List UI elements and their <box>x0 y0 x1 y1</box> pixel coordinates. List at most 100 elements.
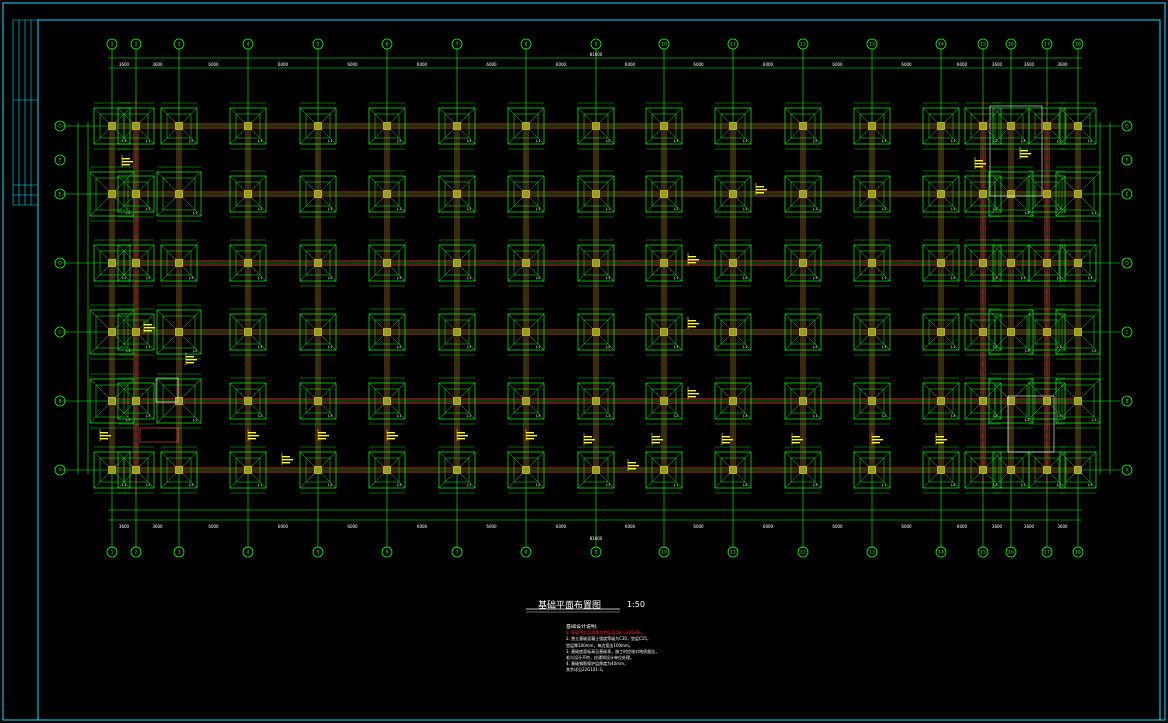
drawing-title: 基础平面布置图 <box>538 601 602 611</box>
axis-bubble-label: C <box>1125 330 1128 336</box>
dimension-text-top: 6000 <box>625 62 636 67</box>
annotation-text-line <box>318 432 326 434</box>
axis-bubble-label: E <box>1126 192 1129 198</box>
column <box>1074 466 1082 474</box>
column <box>132 466 140 474</box>
column <box>979 122 987 130</box>
column <box>979 259 987 267</box>
axis-bubble-label: 8 <box>525 42 528 48</box>
dimension-text-top: 3600 <box>152 62 163 67</box>
footing-label: J-2 <box>742 276 747 280</box>
footing-label: J-2 <box>1056 483 1061 487</box>
column <box>660 190 668 198</box>
annotation-text-line <box>756 192 764 194</box>
footing-label: J-1 <box>812 207 817 211</box>
column <box>108 328 116 336</box>
beam-annotation <box>583 433 595 445</box>
axis-bubble-label: D <box>58 261 62 267</box>
column <box>314 259 322 267</box>
footing-label: J-1 <box>950 139 955 143</box>
axis-bubble-label: B <box>58 399 61 405</box>
column <box>1074 122 1082 130</box>
column <box>453 259 461 267</box>
column <box>1074 190 1082 198</box>
column <box>592 466 600 474</box>
footing-label: J-2 <box>812 139 817 143</box>
design-note-line: 其余详见22G101-3。 <box>566 667 606 673</box>
footing-label: J-2 <box>1056 276 1061 280</box>
column <box>979 466 987 474</box>
axis-bubble-label: F <box>59 158 62 164</box>
column <box>383 122 391 130</box>
footing-label: J-3 <box>125 349 130 353</box>
annotation-text-line <box>526 438 534 440</box>
axis-bubble-label: 2 <box>135 550 138 556</box>
axis-bubble-label: 1 <box>111 42 114 48</box>
footing-label: J-2 <box>188 139 193 143</box>
footing-label: J-3 <box>673 139 678 143</box>
column <box>729 190 737 198</box>
column <box>799 328 807 336</box>
annotation-text-line <box>792 436 800 438</box>
column <box>522 190 530 198</box>
axis-bubble-label: 16 <box>1008 550 1014 556</box>
annotation-text-line <box>756 186 764 188</box>
column <box>1007 328 1015 336</box>
column <box>592 259 600 267</box>
annotation-text-line <box>526 435 537 437</box>
footing-label: J-2 <box>950 483 955 487</box>
axis-bubble-label: A <box>1125 468 1129 474</box>
beam-annotation <box>687 317 699 329</box>
axis-bubble-label: 11 <box>730 550 736 556</box>
footing-label: J-2 <box>1024 211 1029 215</box>
annotation-text-line <box>100 435 111 437</box>
footing-label: J-1 <box>327 139 332 143</box>
footing-label: J-1 <box>535 345 540 349</box>
footing-label: J-1 <box>466 483 471 487</box>
annotation-text-line <box>248 435 259 437</box>
footing-label: J-2 <box>1091 349 1096 353</box>
column <box>1043 466 1051 474</box>
footing-label: J-1 <box>881 483 886 487</box>
column <box>175 122 183 130</box>
axis-bubble-label: 6 <box>386 42 389 48</box>
annotation-text-line <box>688 262 696 264</box>
column <box>132 397 140 405</box>
dimension-text-bottom: 6000 <box>625 524 636 529</box>
dimension-text-bottom: 3600 <box>1057 524 1068 529</box>
dimension-text-bottom: 6000 <box>347 524 358 529</box>
annotation-text-line <box>936 442 944 444</box>
axis-bubble-label: 12 <box>800 550 806 556</box>
footing-label: J-2 <box>192 349 197 353</box>
footing-label: J-3 <box>950 207 955 211</box>
footing-label: J-2 <box>125 418 130 422</box>
footing-label: J-2 <box>742 483 747 487</box>
annotation-text-line <box>975 166 983 168</box>
title-strip <box>12 19 38 206</box>
annotation-text-line <box>688 259 699 261</box>
footing-label: J-1 <box>881 276 886 280</box>
footing-label: J-1 <box>742 139 747 143</box>
footing-label: J-1 <box>1020 276 1025 280</box>
axis-bubble-label: 9 <box>595 42 598 48</box>
footing-label: J-3 <box>1087 483 1092 487</box>
axis-bubble-label: 18 <box>1075 550 1081 556</box>
footing-label: J-3 <box>605 276 610 280</box>
footing-label: J-1 <box>812 414 817 418</box>
axis-bubble-label: 2 <box>135 42 138 48</box>
column <box>314 190 322 198</box>
axis-bubble-label: 10 <box>661 42 667 48</box>
beam-annotation <box>651 433 663 445</box>
axis-bubble-label: 5 <box>317 550 320 556</box>
footing-label: J-1 <box>327 345 332 349</box>
footing-label: J-3 <box>188 483 193 487</box>
annotation-text-line <box>975 163 986 165</box>
footing-label: J-2 <box>327 483 332 487</box>
annotation-text-line <box>282 462 290 464</box>
footing-label: J-1 <box>257 483 262 487</box>
column <box>314 397 322 405</box>
column <box>979 190 987 198</box>
axis-bubble-label: 6 <box>386 550 389 556</box>
annotation-text-line <box>652 442 660 444</box>
column <box>453 397 461 405</box>
